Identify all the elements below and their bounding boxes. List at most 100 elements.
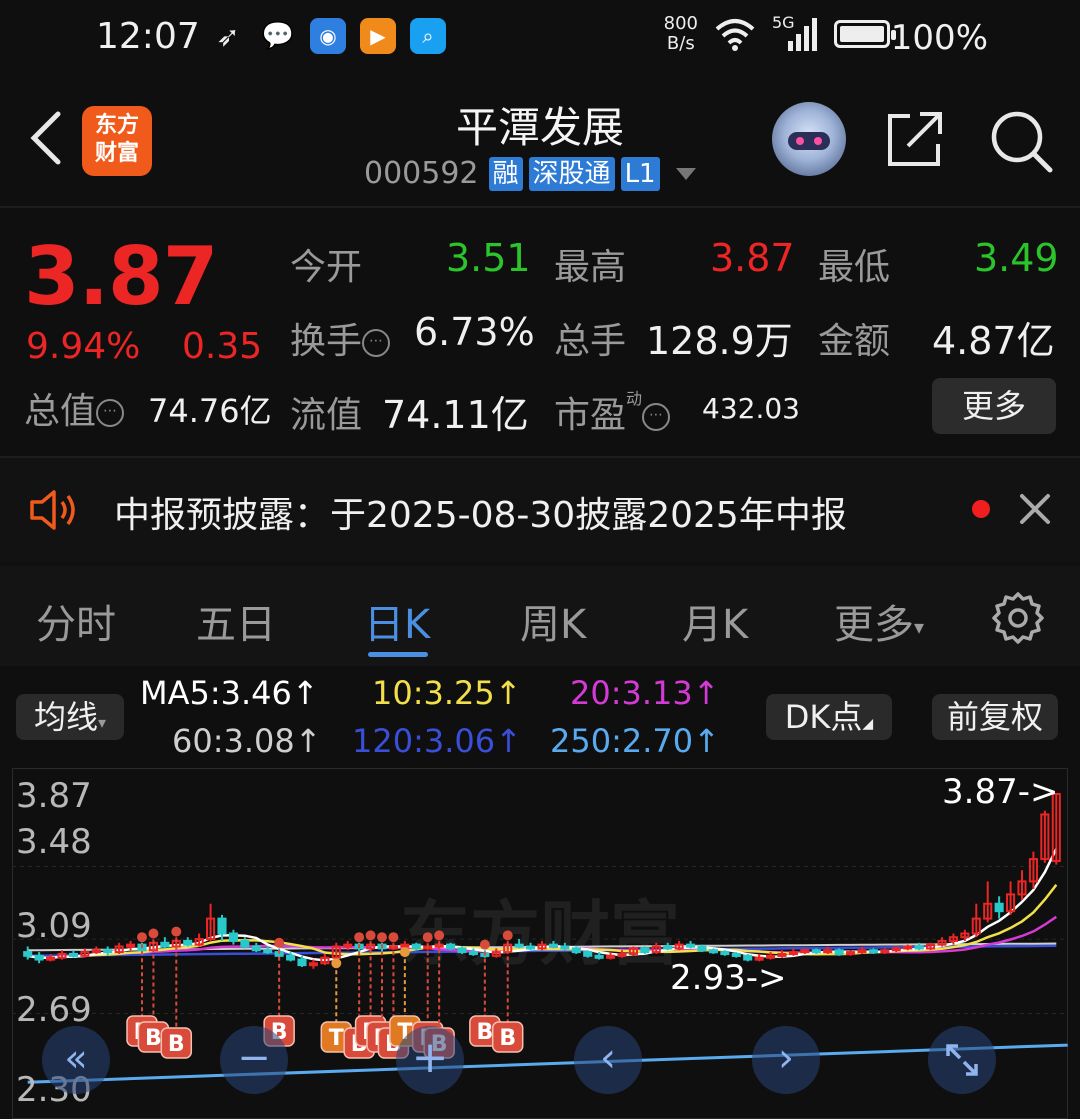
gear-icon[interactable] (990, 590, 1046, 646)
signal-dot (399, 947, 410, 958)
signal-label: B (499, 1026, 516, 1051)
corner-triangle-icon: ◢ (862, 716, 874, 732)
wechat-icon: 💬 (261, 21, 295, 51)
candle-body (228, 932, 238, 942)
candle-body (560, 945, 570, 950)
notification-icons: ➶ 💬 ◉ ▶ ⌕ (210, 18, 446, 54)
tab-more-label: 更多 (834, 602, 914, 648)
status-bar: 12:07 ➶ 💬 ◉ ▶ ⌕ 800 B/s 5G 100% (0, 0, 1080, 78)
battery-percent: 100% (890, 18, 988, 58)
ma10-value: 10:3.25↑ (372, 674, 522, 712)
candle-body (251, 945, 261, 952)
candle-body (857, 949, 867, 954)
pe-value: 432.03 (702, 392, 800, 425)
unread-dot (972, 500, 990, 518)
dk-label: DK点 (784, 698, 863, 736)
more-button[interactable]: 更多 (932, 378, 1056, 434)
low-marker: 2.93-> (670, 958, 787, 998)
fullscreen-button[interactable] (928, 1026, 996, 1094)
candle-body (46, 956, 56, 961)
info-icon[interactable]: ⋯ (362, 329, 391, 357)
candle-body (720, 951, 730, 956)
chevron-down-icon[interactable] (675, 167, 696, 180)
zoom-out-button[interactable]: − (220, 1026, 288, 1094)
scroll-right-button[interactable]: › (752, 1026, 820, 1094)
tab-intraday[interactable]: 分时 (36, 592, 116, 650)
candle-body (23, 951, 33, 957)
info-icon[interactable]: ⋯ (642, 403, 671, 431)
candle-body (34, 954, 44, 961)
turnover-label-text: 换手 (290, 321, 363, 362)
signal-dot (434, 930, 445, 941)
candle-body (788, 951, 798, 956)
tab-monthly-k[interactable]: 月K (682, 592, 748, 650)
margin-badge: 融 (488, 156, 523, 191)
adjust-mode-button[interactable]: 前复权 (932, 694, 1058, 740)
signal-label: B (476, 1020, 493, 1045)
signal-dot (422, 932, 433, 943)
signal-dot (479, 939, 490, 950)
candle-body (263, 949, 273, 954)
candle-body (697, 945, 707, 952)
candle-body (571, 947, 581, 954)
y-tick-label: 3.87 (16, 776, 92, 816)
candle-body (457, 947, 467, 954)
y-tick-label: 3.09 (16, 906, 92, 946)
search-icon[interactable] (988, 108, 1054, 174)
pe-superscript: 动 (626, 389, 643, 408)
signal-dot (148, 928, 159, 939)
ma-indicator-dropdown[interactable]: 均线▾ (16, 694, 124, 740)
tab-five-day[interactable]: 五日 (196, 592, 276, 650)
mktcap-value: 74.76亿 (148, 392, 272, 430)
float-label: 流值 (290, 395, 363, 436)
kline-chart[interactable]: 东方财富BBBBTBBBBTBBBB (12, 768, 1068, 1119)
tab-more[interactable]: 更多▾ (834, 592, 924, 650)
zoom-in-button[interactable]: + (396, 1026, 464, 1094)
high-label: 最高 (554, 247, 627, 288)
signal-dot (354, 932, 365, 943)
info-icon[interactable]: ⋯ (96, 399, 125, 427)
tab-daily-k[interactable]: 日K (364, 592, 430, 650)
signal-label: B (145, 1026, 162, 1051)
stock-code-row[interactable]: 000592 融 深股通 L1 (364, 156, 696, 191)
double-chevron-left-icon: « (64, 1036, 88, 1080)
share-icon[interactable] (884, 108, 946, 170)
open-value: 3.51 (446, 236, 531, 280)
candle-body (914, 945, 924, 950)
candle-body (411, 943, 421, 950)
amount-label: 金额 (818, 321, 891, 362)
notice-banner[interactable]: 中报预披露：于2025-08-30披露2025年中报 (0, 458, 1080, 562)
candle-body (514, 943, 524, 948)
minus-icon: − (237, 1035, 271, 1081)
candle-body (68, 952, 78, 957)
candle-body (217, 917, 227, 935)
ma250-value: 250:2.70↑ (550, 722, 720, 760)
status-time: 12:07 (96, 16, 200, 57)
notice-text[interactable]: 中报预披露：于2025-08-30披露2025年中报 (114, 486, 847, 538)
candle-body (800, 949, 810, 954)
tab-weekly-k[interactable]: 周K (520, 592, 586, 650)
candle-body (548, 943, 558, 948)
active-tab-indicator (368, 652, 428, 657)
mktcap-label-text: 总值 (24, 391, 97, 432)
scroll-left-fast-button[interactable]: « (42, 1026, 110, 1094)
signal-dot (502, 930, 513, 941)
speaker-icon (30, 490, 75, 530)
ma120-value: 120:3.06↑ (352, 722, 522, 760)
expand-icon (946, 1044, 978, 1076)
ma5-value: MA5:3.46↑ (140, 674, 319, 712)
close-icon[interactable] (1016, 490, 1054, 528)
chart-period-tabs: 分时 五日 日K 周K 月K 更多▾ (0, 566, 1080, 666)
signal-dot (388, 932, 399, 943)
candle-body (583, 951, 593, 957)
chevron-left-icon: ‹ (600, 1035, 616, 1081)
chart-header: 均线▾ MA5:3.46↑ 10:3.25↑ 20:3.13↑ 60:3.08↑… (0, 668, 1080, 768)
low-label: 最低 (818, 247, 891, 288)
signal-dot (274, 937, 285, 948)
dk-points-toggle[interactable]: DK点◢ (766, 694, 892, 740)
candle-body (606, 954, 616, 959)
scroll-left-button[interactable]: ‹ (574, 1026, 642, 1094)
candle-body (777, 952, 787, 957)
ai-robot-icon[interactable] (772, 102, 846, 176)
signal-label: B (168, 1032, 185, 1057)
